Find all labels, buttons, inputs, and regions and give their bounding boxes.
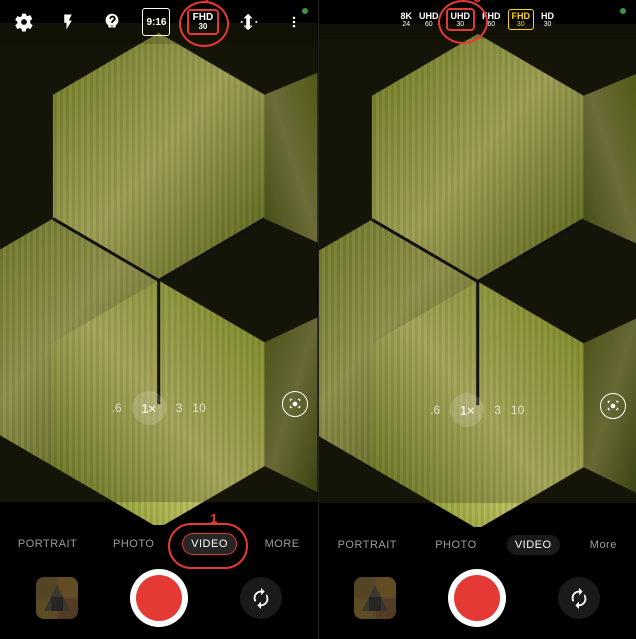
bottom-controls-right [319, 561, 636, 639]
mode-photo-left[interactable]: PHOTO [105, 534, 162, 554]
mode-photo-right[interactable]: PHOTO [427, 535, 484, 555]
mode-video-left[interactable]: VIDEO [182, 533, 237, 555]
shutter-inner-left [136, 575, 182, 621]
zoom-3-btn[interactable]: 3 [176, 401, 183, 415]
camera-panel-right: 8K 24 UHD 60 UHD 30 3 FHD [319, 0, 636, 639]
res-uhd30[interactable]: UHD 30 [446, 8, 476, 31]
camera-panel-left: 9:16 FHD 30 2 [0, 0, 318, 639]
res-hd30[interactable]: HD 30 [541, 11, 554, 28]
zoom-10-btn[interactable]: 10 [192, 401, 205, 415]
resolution-badge-left[interactable]: FHD 30 2 [187, 9, 220, 35]
ratio-badge[interactable]: 9:16 [142, 8, 170, 36]
rotate-btn-right[interactable] [558, 577, 600, 619]
rotate-btn-left[interactable] [240, 577, 282, 619]
zoom-controls-right: .6 1× 3 10 [319, 393, 636, 427]
res-fhd30[interactable]: FHD 30 [508, 9, 535, 30]
more-options-icon[interactable] [280, 8, 308, 36]
zoom-3-btn-right[interactable]: 3 [494, 403, 501, 417]
toolbar-left: 9:16 FHD 30 2 [0, 0, 318, 44]
shutter-btn-right[interactable] [448, 569, 506, 627]
flash-icon[interactable] [54, 8, 82, 36]
res-fhd60[interactable]: FHD 60 [482, 11, 501, 28]
annotation-number-1: 1 [210, 511, 217, 526]
mode-portrait-right[interactable]: PORTRAIT [330, 535, 405, 555]
annotation-number-2: 2 [205, 0, 212, 6]
gallery-thumb-left[interactable] [36, 577, 78, 619]
settings-icon[interactable] [10, 8, 38, 36]
gallery-thumb-right[interactable] [354, 577, 396, 619]
mode-selector-right: PORTRAIT PHOTO VIDEO More [319, 527, 636, 561]
res-8k[interactable]: 8K 24 [400, 11, 412, 28]
shutter-btn-left[interactable] [130, 569, 188, 627]
zoom-1x-btn-right[interactable]: 1× [450, 393, 484, 427]
focus-icon-left[interactable] [282, 391, 308, 417]
hdr-icon[interactable] [235, 8, 263, 36]
zoom-10-btn-right[interactable]: 10 [511, 403, 524, 417]
zoom-1x-btn[interactable]: 1× [132, 391, 166, 425]
mode-video-wrapper-left: VIDEO 1 [182, 533, 237, 555]
shutter-inner-right [454, 575, 500, 621]
annotation-number-3: 3 [474, 0, 481, 5]
zoom-06-btn-right[interactable]: .6 [430, 403, 440, 417]
mode-selector-left: PORTRAIT PHOTO VIDEO 1 MORE [0, 525, 318, 561]
mode-more-right[interactable]: More [582, 535, 625, 555]
viewfinder-right[interactable]: 8K 24 UHD 60 UHD 30 3 FHD [319, 0, 636, 527]
focus-icon-right[interactable] [600, 393, 626, 419]
zoom-06-btn[interactable]: .6 [112, 401, 122, 415]
res-uhd30-wrapper: UHD 30 3 [446, 8, 476, 31]
bottom-controls-left [0, 561, 318, 639]
zoom-controls-left: .6 1× 3 10 [0, 391, 318, 425]
stabilize-icon[interactable] [98, 8, 126, 36]
viewfinder-left[interactable]: 9:16 FHD 30 2 [0, 0, 318, 525]
res-uhd60[interactable]: UHD 60 [419, 11, 439, 28]
mode-video-right[interactable]: VIDEO [507, 535, 560, 555]
mode-portrait-left[interactable]: PORTRAIT [10, 534, 85, 554]
mode-more-left[interactable]: MORE [257, 534, 308, 554]
toolbar-right: 8K 24 UHD 60 UHD 30 3 FHD [319, 0, 636, 39]
